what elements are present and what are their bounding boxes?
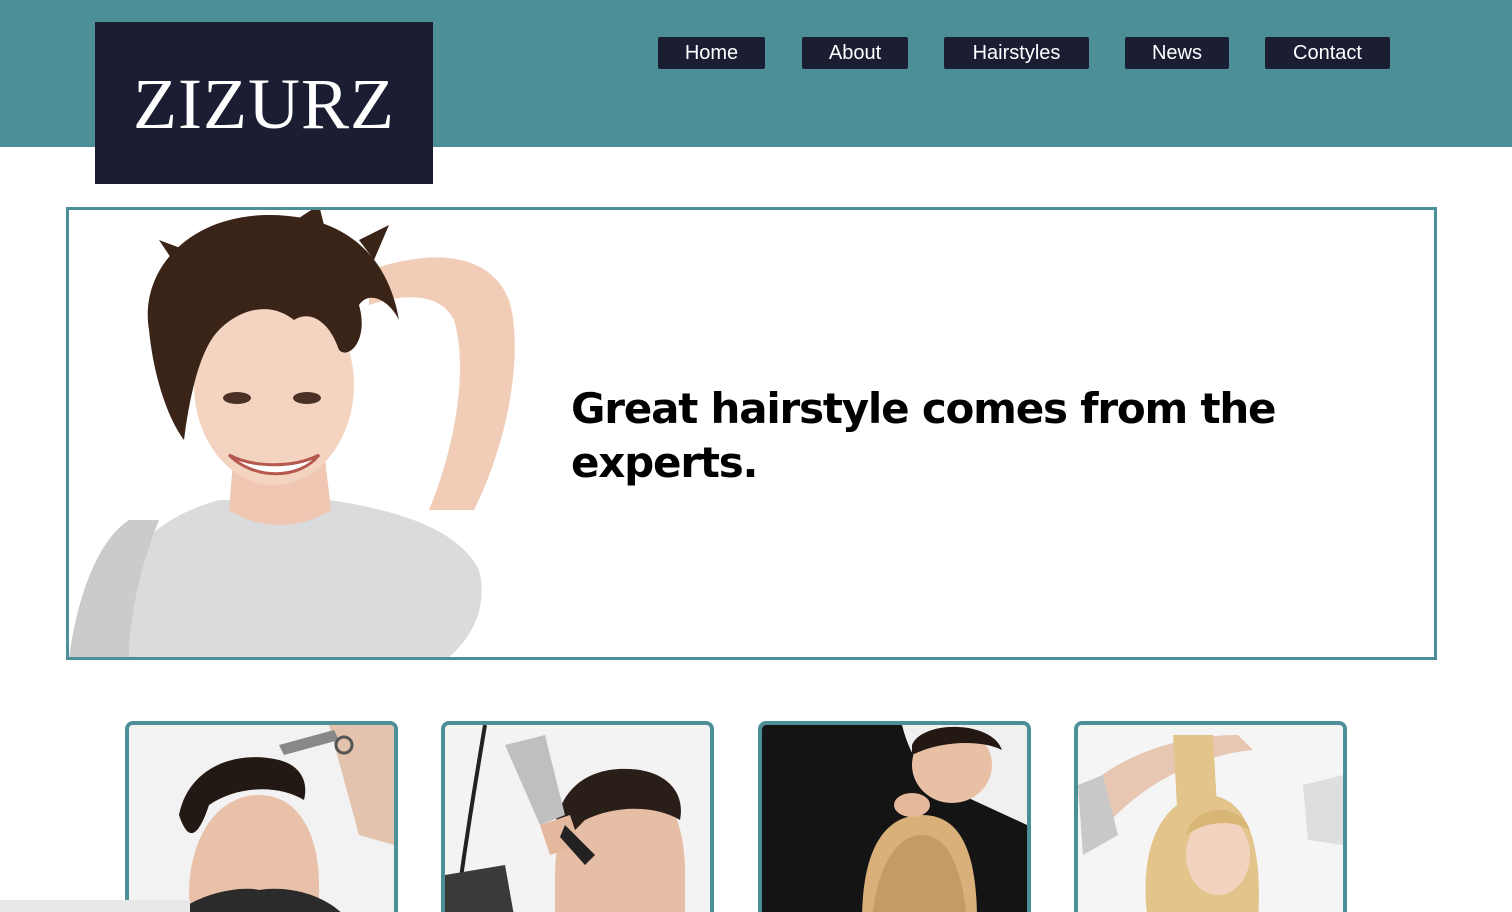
nav-home-button[interactable]: Home <box>658 37 765 69</box>
hero-headline: Great hairstyle comes from the experts. <box>571 384 1277 487</box>
hairstyle-card-2[interactable] <box>441 721 714 912</box>
nav-contact-button[interactable]: Contact <box>1265 37 1390 69</box>
stylist-cutting-photo-icon <box>762 725 1027 912</box>
hairstyle-card-1[interactable] <box>125 721 398 912</box>
site-logo[interactable]: ZIZURZ <box>95 22 433 184</box>
hairstyle-card-4[interactable] <box>1074 721 1347 912</box>
horizontal-scrollbar[interactable] <box>0 900 190 912</box>
barber-scissors-photo-icon <box>129 725 394 912</box>
hair-clipper-photo-icon <box>445 725 710 912</box>
page: ZIZURZ Home About Hairstyles News Contac… <box>0 0 1512 912</box>
nav-hairstyles-button[interactable]: Hairstyles <box>944 37 1089 69</box>
hero-banner: Great hairstyle comes from the experts. <box>66 207 1437 660</box>
logo-text: ZIZURZ <box>133 64 395 144</box>
nav-about-button[interactable]: About <box>802 37 908 69</box>
hairstyle-card-3[interactable] <box>758 721 1031 912</box>
hero-woman-photo <box>69 210 529 657</box>
blonde-hair-styling-photo-icon <box>1078 725 1343 912</box>
nav-news-button[interactable]: News <box>1125 37 1229 69</box>
